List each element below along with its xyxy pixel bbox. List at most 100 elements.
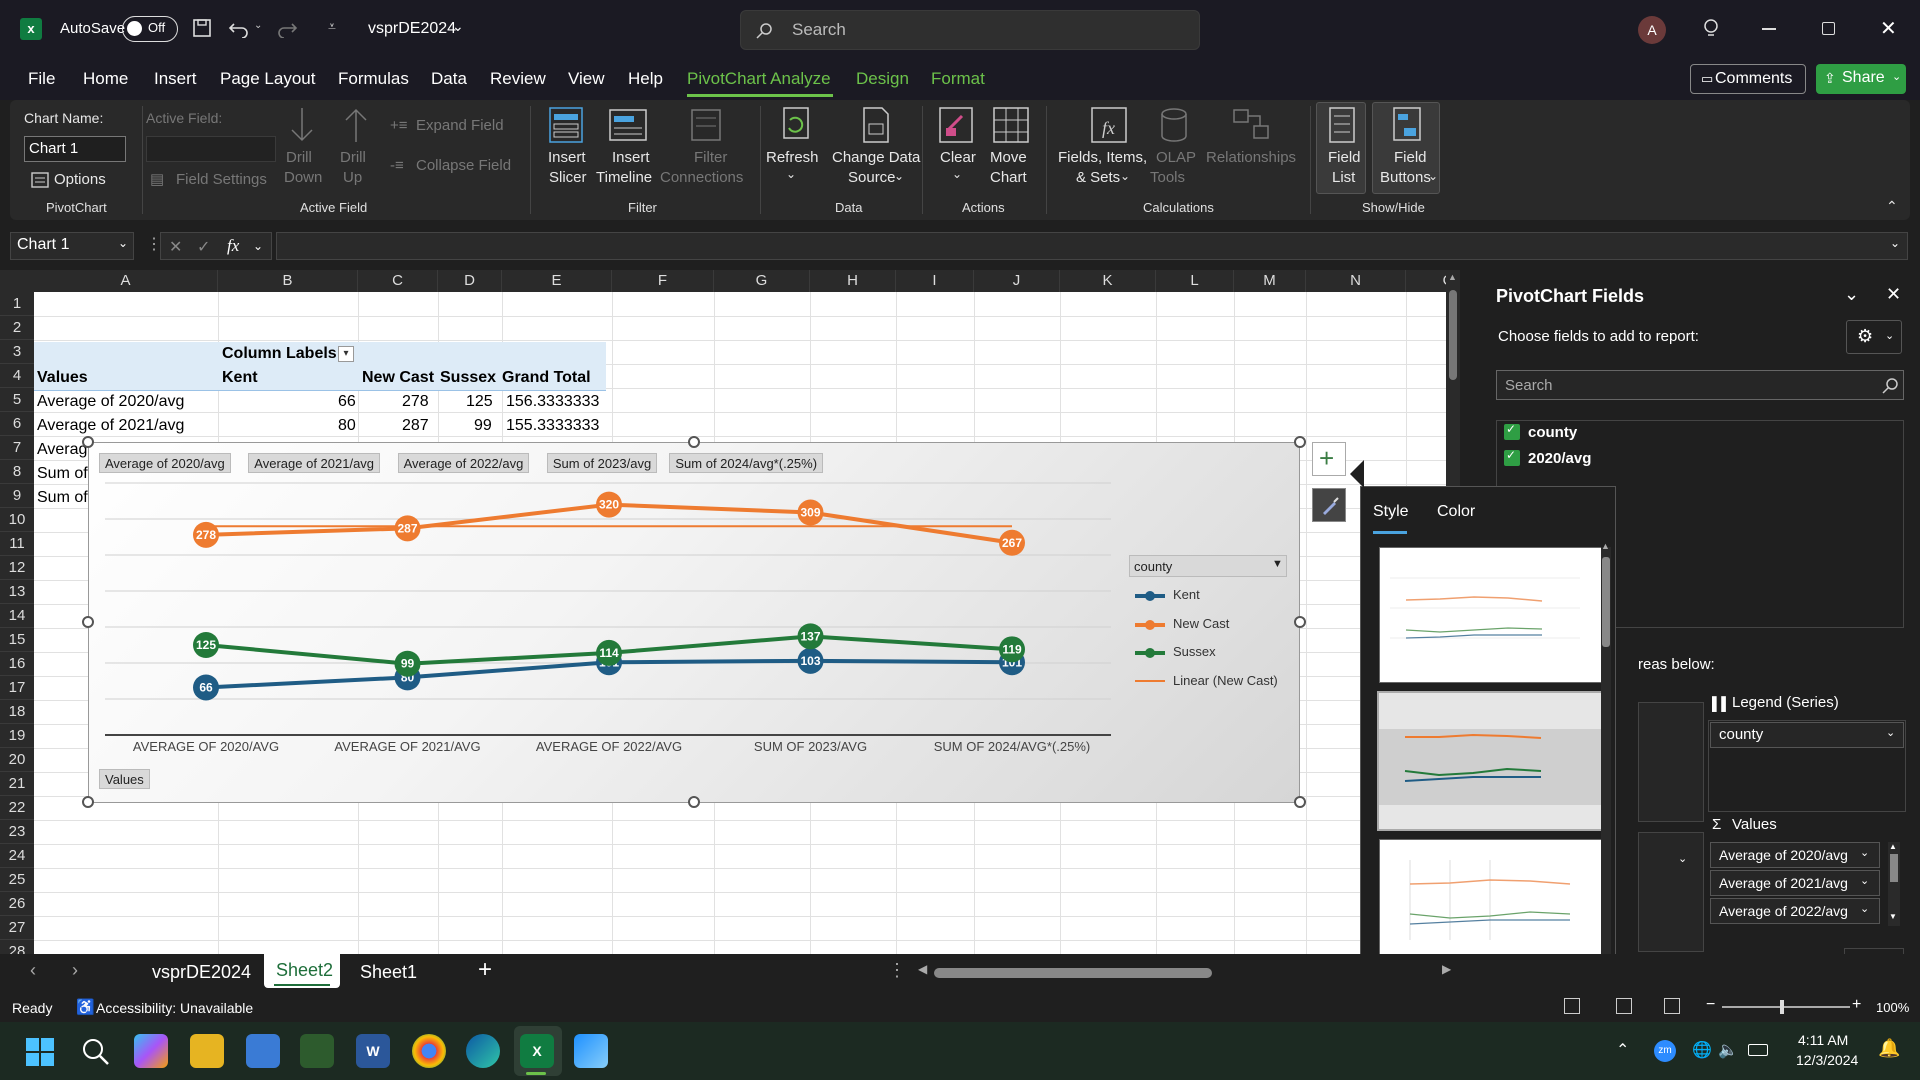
resize-handle[interactable] — [82, 616, 94, 628]
comments-button[interactable]: ▭ Comments — [1690, 64, 1806, 94]
resize-handle[interactable] — [1294, 616, 1306, 628]
clock-date[interactable]: 12/3/2024 — [1796, 1052, 1858, 1068]
microsoft-store-icon[interactable] — [246, 1034, 280, 1068]
page-layout-view-icon[interactable] — [1616, 998, 1632, 1014]
chart-name-input[interactable]: Chart 1 — [24, 136, 126, 162]
column-header-F[interactable]: F — [612, 270, 714, 292]
axis-area-box[interactable] — [1638, 702, 1704, 822]
row-header-26[interactable]: 26 — [0, 892, 34, 916]
clock-time[interactable]: 4:11 AM — [1798, 1032, 1848, 1048]
autosave-toggle[interactable]: Off — [122, 16, 178, 42]
values-scroll-thumb[interactable] — [1890, 854, 1898, 882]
vertical-scroll-thumb[interactable] — [1449, 290, 1457, 380]
row-header-11[interactable]: 11 — [0, 532, 34, 556]
chrome-icon[interactable] — [412, 1034, 446, 1068]
windows-start-icon[interactable] — [26, 1038, 54, 1066]
legend-entry[interactable]: New Cast — [1173, 616, 1229, 631]
tab-insert[interactable]: Insert — [154, 69, 197, 89]
olap-tools-button[interactable]: OLAP — [1156, 148, 1196, 168]
search-icon[interactable] — [82, 1038, 110, 1066]
word-icon[interactable]: W — [356, 1034, 390, 1068]
values-item-2022[interactable]: Average of 2022/avg — [1710, 898, 1880, 924]
zoom-out-icon[interactable]: − — [1706, 996, 1715, 1014]
resize-handle[interactable] — [1294, 436, 1306, 448]
scroll-up-icon[interactable]: ▲ — [1601, 541, 1610, 551]
legend-entry[interactable]: Linear (New Cast) — [1173, 673, 1278, 688]
values-item-2020[interactable]: Average of 2020/avg — [1710, 842, 1880, 868]
row5-label-cell[interactable]: Average of 2020/avg — [37, 390, 184, 414]
row-header-5[interactable]: 5 — [0, 388, 34, 412]
row5-newcast-cell[interactable]: 278 — [402, 390, 429, 414]
scroll-left-icon[interactable]: ◀ — [918, 962, 927, 976]
sussex-header-cell[interactable]: Sussex — [440, 366, 496, 390]
formula-input[interactable] — [276, 232, 1908, 260]
customize-toolbar-icon[interactable]: ⩡ — [328, 18, 336, 35]
tab-view[interactable]: View — [568, 69, 605, 89]
tab-design[interactable]: Design — [856, 69, 909, 89]
minimize-icon[interactable] — [1762, 28, 1776, 30]
collapse-field-button[interactable]: Collapse Field — [416, 156, 511, 176]
chart-style-thumbnail-2-selected[interactable] — [1377, 691, 1609, 831]
row-header-21[interactable]: 21 — [0, 772, 34, 796]
column-header-N[interactable]: N — [1306, 270, 1406, 292]
row6-sussex-cell[interactable]: 99 — [474, 414, 492, 438]
row-header-2[interactable]: 2 — [0, 316, 34, 340]
legend-field-button[interactable]: county ▼ — [1129, 555, 1287, 577]
drill-up-button[interactable]: Drill — [340, 148, 366, 168]
volume-icon[interactable]: 🔈 — [1718, 1040, 1738, 1060]
undo-icon[interactable] — [228, 18, 250, 38]
photos-icon[interactable] — [574, 1034, 608, 1068]
insert-function-icon[interactable]: fx — [227, 236, 239, 256]
row5-sussex-cell[interactable]: 125 — [466, 390, 493, 414]
fields-items-sets-button[interactable]: Fields, Items, — [1058, 148, 1147, 168]
move-chart-button[interactable]: Move — [990, 148, 1027, 168]
resize-handle[interactable] — [1294, 796, 1306, 808]
zoom-level[interactable]: 100% — [1876, 1000, 1909, 1015]
insert-timeline-button[interactable]: Insert — [612, 148, 650, 168]
normal-view-icon[interactable] — [1564, 998, 1580, 1014]
share-button[interactable]: ⇪ Share ⌄ — [1816, 64, 1906, 94]
show-hidden-icons[interactable]: ⌃ — [1616, 1040, 1629, 1060]
field-settings-button[interactable]: Field Settings — [176, 170, 267, 190]
pane-close-icon[interactable]: ✕ — [1886, 284, 1901, 305]
row-header-15[interactable]: 15 — [0, 628, 34, 652]
row-header-6[interactable]: 6 — [0, 412, 34, 436]
search-box[interactable]: Search — [740, 10, 1200, 50]
field-buttons-chevron-icon[interactable]: ⌄ — [1428, 166, 1438, 186]
enter-icon[interactable]: ✓ — [197, 237, 210, 257]
filters-area-box[interactable] — [1638, 832, 1704, 952]
row5-total-cell[interactable]: 156.3333333 — [506, 390, 599, 414]
expand-formula-icon[interactable]: ⌄ — [1890, 236, 1900, 250]
zoom-slider[interactable] — [1722, 1006, 1850, 1008]
butterfly-app-icon[interactable] — [300, 1034, 334, 1068]
row-header-16[interactable]: 16 — [0, 652, 34, 676]
undo-dropdown-icon[interactable]: ⌄ — [254, 20, 262, 31]
column-header-B[interactable]: B — [218, 270, 358, 292]
restore-icon[interactable] — [1822, 22, 1835, 35]
copilot-icon[interactable] — [134, 1034, 168, 1068]
color-tab[interactable]: Color — [1437, 503, 1475, 521]
row-header-25[interactable]: 25 — [0, 868, 34, 892]
column-header-I[interactable]: I — [896, 270, 974, 292]
horizontal-scroll-thumb[interactable] — [934, 968, 1212, 978]
values-scrollbar[interactable]: ▲ ▼ — [1888, 842, 1900, 926]
row6-kent-cell[interactable]: 80 — [338, 414, 356, 438]
row-header-18[interactable]: 18 — [0, 700, 34, 724]
change-data-chevron-icon[interactable]: ⌄ — [894, 166, 904, 186]
column-header-E[interactable]: E — [502, 270, 612, 292]
next-sheet-icon[interactable]: › — [72, 960, 78, 981]
tab-format[interactable]: Format — [931, 69, 985, 89]
resize-handle[interactable] — [82, 796, 94, 808]
edge-icon[interactable] — [466, 1034, 500, 1068]
row-header-17[interactable]: 17 — [0, 676, 34, 700]
row-header-23[interactable]: 23 — [0, 820, 34, 844]
options-button[interactable]: Options — [54, 170, 106, 190]
row6-newcast-cell[interactable]: 287 — [402, 414, 429, 438]
change-data-source-button[interactable]: Change Data — [832, 148, 920, 168]
legend-area-county[interactable]: county — [1710, 722, 1904, 748]
zoom-tray-icon[interactable]: zm — [1654, 1040, 1676, 1062]
column-header-G[interactable]: G — [714, 270, 810, 292]
column-header-C[interactable]: C — [358, 270, 438, 292]
row-header-20[interactable]: 20 — [0, 748, 34, 772]
style-scrollbar[interactable]: ▲ ▼ — [1601, 541, 1611, 971]
